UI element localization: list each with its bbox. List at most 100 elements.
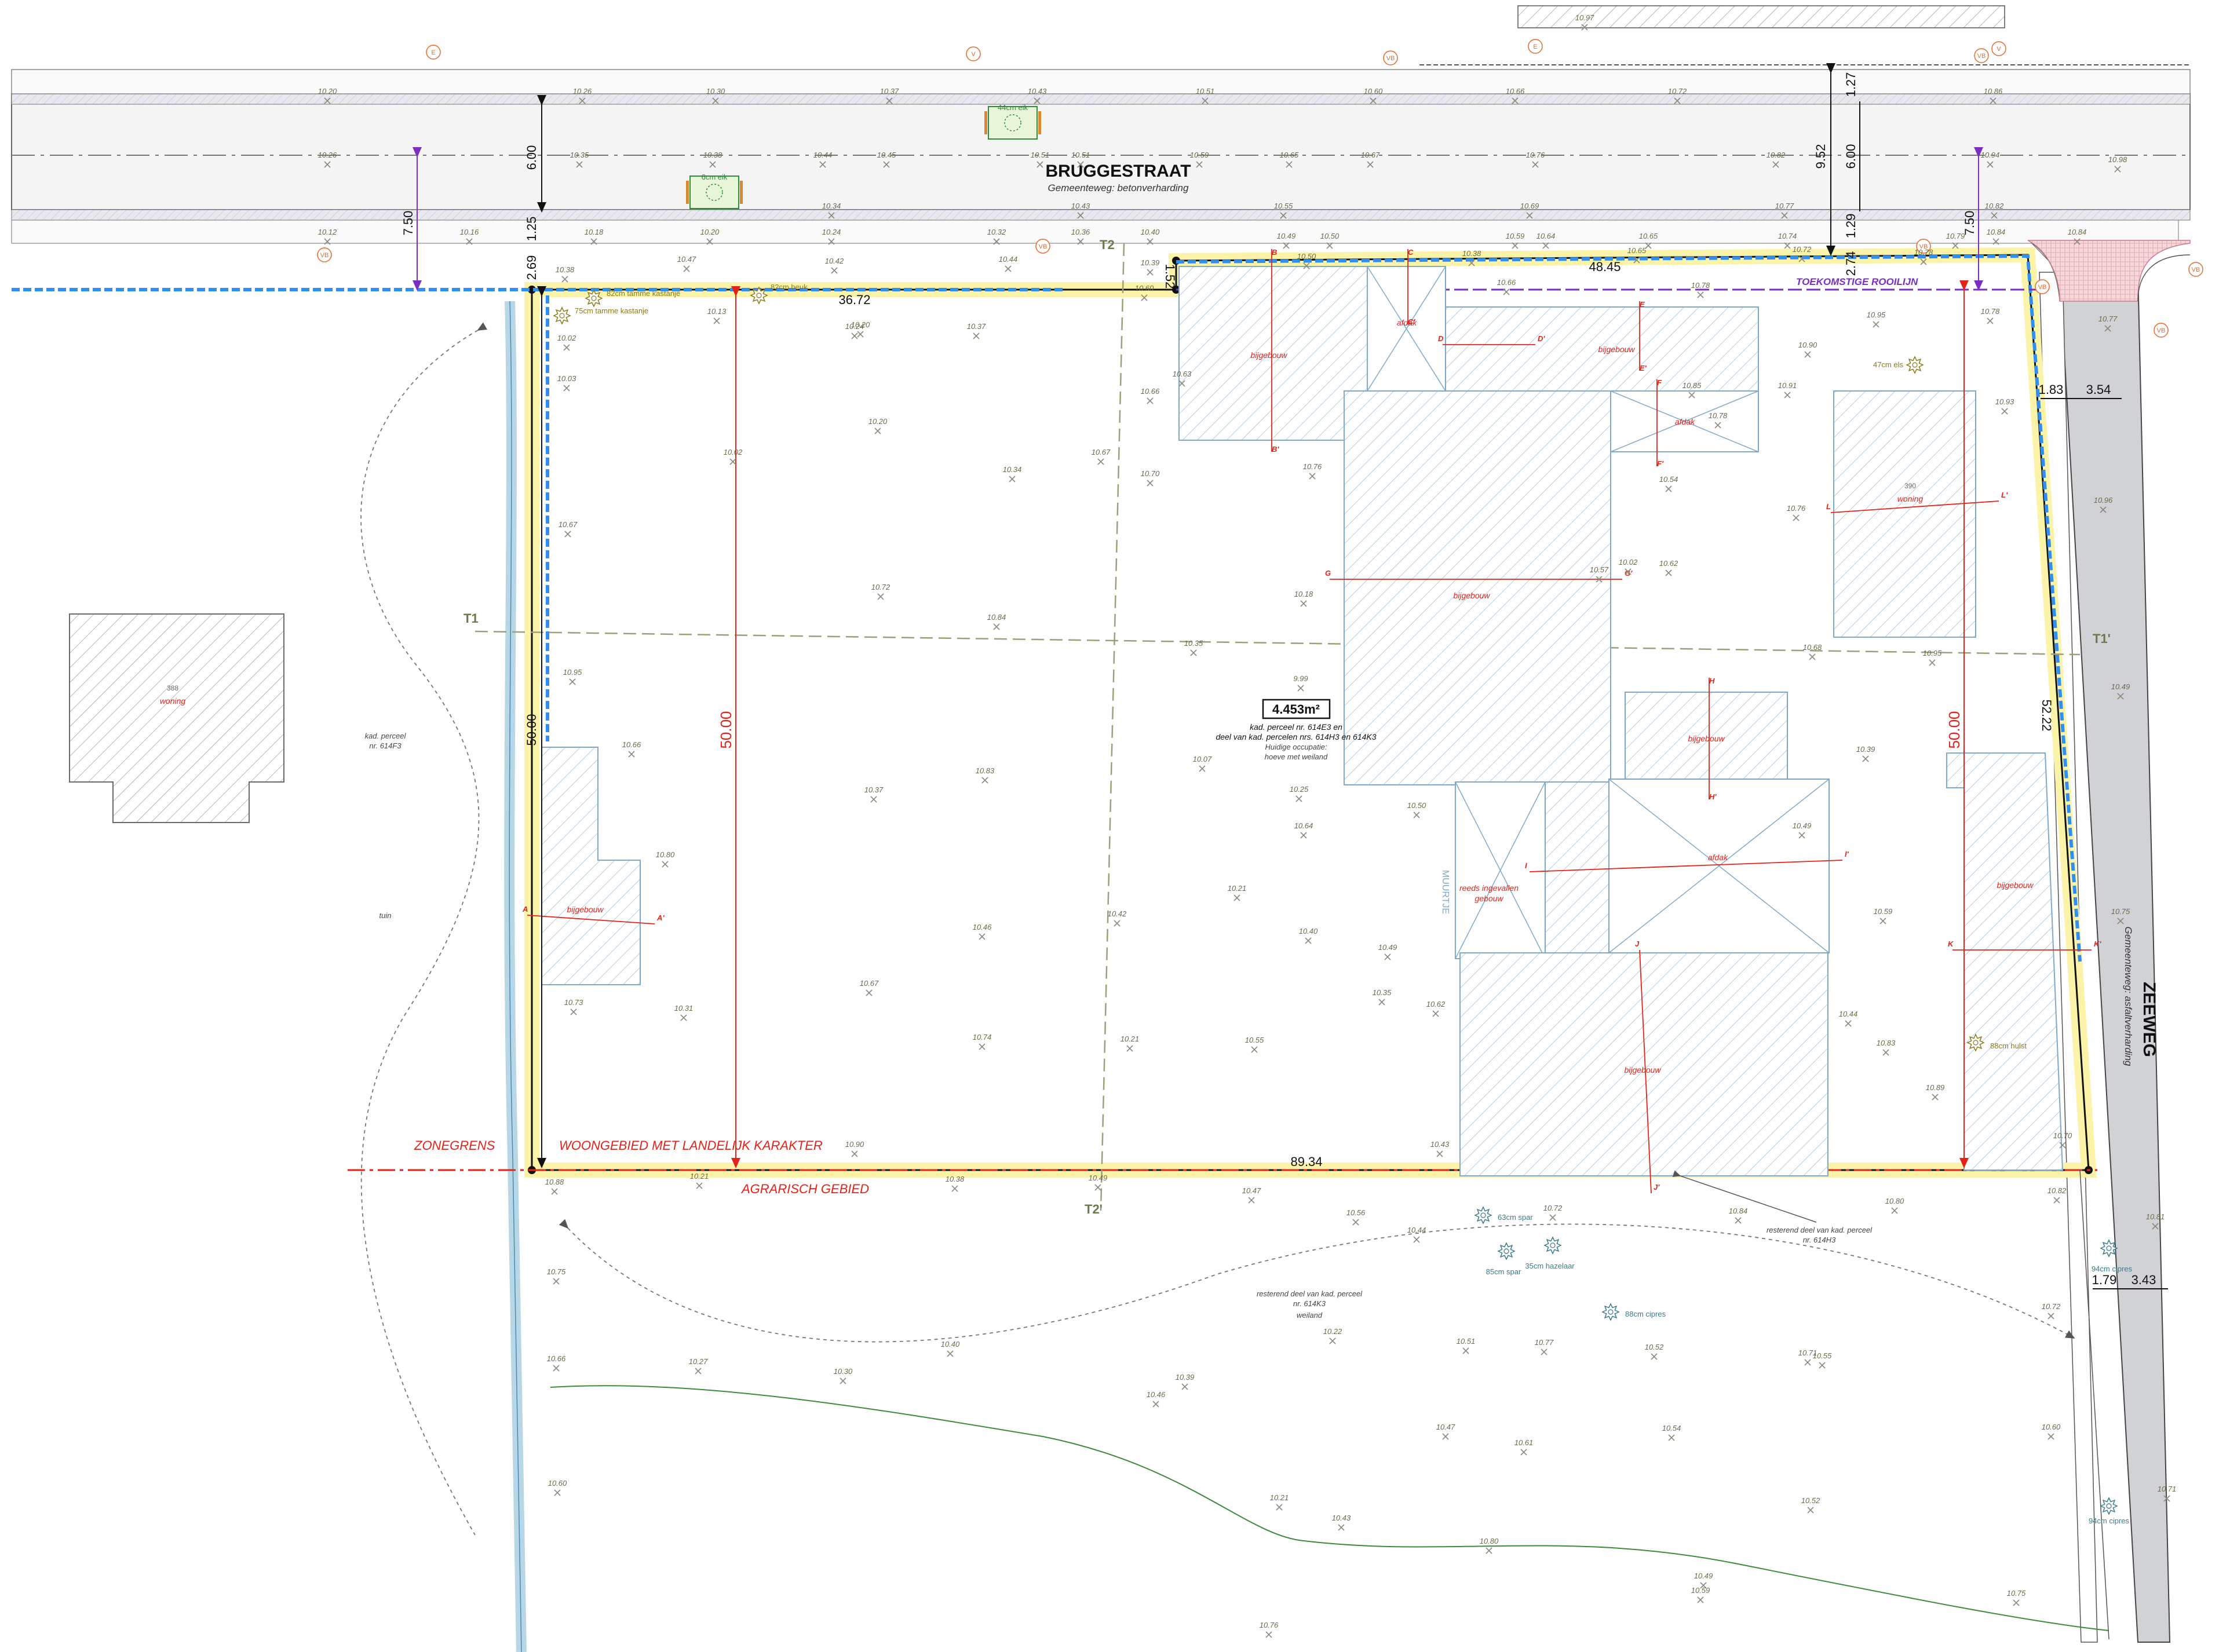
spot-height-value: 10.43 xyxy=(1332,1514,1351,1522)
spot-height-value: 10.26 xyxy=(318,151,337,159)
spot-height: 10.89 xyxy=(1926,1083,1945,1101)
spot-height-value: 10.67 xyxy=(1092,448,1111,456)
spot-height-value: 10.20 xyxy=(318,87,337,96)
spot-height-value: 10.59 xyxy=(1691,1586,1710,1595)
annex-north-2-label: bijgebouw xyxy=(1598,345,1635,354)
spot-height-value: 10.43 xyxy=(1430,1140,1450,1149)
spot-height: 10.67 xyxy=(559,520,578,538)
spot-height: 10.24 xyxy=(845,322,864,339)
spot-height: 10.74 xyxy=(973,1033,991,1050)
collapsed-label-1: reeds ingevallen xyxy=(1459,883,1519,893)
spot-height: 10.73 xyxy=(564,998,583,1015)
spot-height: 10.21 xyxy=(1121,1035,1140,1052)
spot-height-value: 10.60 xyxy=(548,1479,567,1487)
spot-height: 10.02 xyxy=(1619,558,1638,575)
map-symbol: VB xyxy=(1035,239,1050,254)
spot-height: 10.76 xyxy=(1303,462,1322,480)
tree-label: 85cm spar xyxy=(1486,1267,1521,1276)
spot-height-value: 10.24 xyxy=(822,228,841,236)
spot-height-value: 10.25 xyxy=(1290,785,1309,794)
section-mark: F' xyxy=(1657,459,1664,468)
spot-height-value: 10.34 xyxy=(822,202,841,210)
spot-height: 10.37 xyxy=(864,785,884,803)
section-mark: G' xyxy=(1625,569,1633,578)
spot-height-value: 10.75 xyxy=(547,1267,566,1276)
spot-height-value: 10.72 xyxy=(1793,245,1812,254)
spot-height-value: 10.50 xyxy=(1320,232,1340,240)
map-symbol-code: VB xyxy=(2038,284,2047,291)
spot-height-value: 10.64 xyxy=(1294,821,1313,830)
spot-height-value: 10.55 xyxy=(1813,1351,1832,1360)
spot-height-value: 10.89 xyxy=(1926,1083,1945,1092)
spot-height-value: 10.51 xyxy=(1196,87,1215,96)
spot-height: 10.13 xyxy=(707,307,727,324)
map-symbol: VB xyxy=(2154,323,2169,338)
spot-height-value: 10.34 xyxy=(1003,465,1022,474)
spot-height-value: 10.30 xyxy=(834,1367,853,1376)
section-mark: D' xyxy=(1538,334,1545,343)
spot-height-value: 10.66 xyxy=(1506,87,1525,96)
spot-height: 10.44 xyxy=(1839,1010,1858,1027)
spot-height: 10.40 xyxy=(1299,927,1318,944)
spot-height-value: 10.21 xyxy=(1121,1035,1140,1043)
spot-height: 10.49 xyxy=(1089,1174,1108,1191)
tree: 63cm spar xyxy=(1474,1206,1533,1225)
tree-label: 94cm cipres xyxy=(2092,1264,2133,1273)
spot-height-value: 10.94 xyxy=(1981,151,2000,159)
site-plan: BRUGGESTRAAT Gemeenteweg: betonverhardin… xyxy=(11,5,2203,1652)
annex-south-label: bijgebouw xyxy=(1624,1065,1661,1074)
section-mark: I' xyxy=(1845,850,1849,858)
spot-height: 10.76 xyxy=(1260,1621,1279,1638)
spot-height-value: 10.84 xyxy=(1729,1207,1748,1215)
spot-height-value: 10.37 xyxy=(880,87,899,96)
spot-height-value: 10.35 xyxy=(1184,639,1203,648)
spot-height-value: 10.46 xyxy=(1147,1390,1166,1399)
collapsed-label-2: gebouw xyxy=(1474,894,1503,903)
map-symbol-code: E xyxy=(431,49,435,56)
spot-height-value: 10.38 xyxy=(703,151,722,159)
spot-height: 10.80 xyxy=(1480,1537,1499,1554)
section-mark: K' xyxy=(2094,940,2101,948)
spot-height-value: 10.40 xyxy=(1299,927,1318,935)
spot-height-value: 10.46 xyxy=(973,923,992,931)
t2p-label: T2' xyxy=(1085,1202,1103,1216)
spot-height-value: 10.44 xyxy=(1839,1010,1858,1018)
spot-height-value: 10.59 xyxy=(1874,907,1893,916)
rest2-2: nr. 614H3 xyxy=(1803,1236,1836,1244)
spot-height: 10.39 xyxy=(1856,745,1875,762)
spot-height: 10.75 xyxy=(547,1267,566,1285)
tree-label: 88cm cipres xyxy=(1625,1310,1666,1318)
spot-height-value: 10.38 xyxy=(1462,249,1481,258)
spot-height-value: 10.60 xyxy=(2042,1423,2061,1431)
spot-height: 10.84 xyxy=(1729,1207,1748,1224)
spot-height-value: 10.43 xyxy=(1071,202,1090,210)
spot-height-value: 10.95 xyxy=(1923,649,1942,657)
zonegrens-label: ZONEGRENS xyxy=(414,1138,495,1153)
annex-south xyxy=(1459,952,1828,1176)
spot-height: 10.49 xyxy=(1277,232,1295,249)
section-mark: H xyxy=(1709,677,1715,685)
spot-height-value: 10.64 xyxy=(1536,232,1556,240)
spot-height-value: 10.42 xyxy=(1108,909,1127,918)
section-mark: K xyxy=(1948,940,1954,948)
spot-height: 10.67 xyxy=(860,979,879,996)
spot-height: 10.21 xyxy=(690,1172,709,1189)
spot-height-value: 10.76 xyxy=(1260,1621,1279,1629)
spot-height: 10.07 xyxy=(1193,755,1212,772)
spot-height: 10.21 xyxy=(1270,1493,1289,1511)
tree: 85cm spar xyxy=(1486,1242,1521,1276)
section-mark: B xyxy=(1272,248,1277,257)
spot-height-value: 9.99 xyxy=(1293,674,1308,683)
spot-height-value: 10.49 xyxy=(1089,1174,1108,1182)
section-mark: F xyxy=(1657,378,1662,387)
dim-52-22: 52.22 xyxy=(2039,699,2054,731)
spot-height: 10.90 xyxy=(845,1140,864,1157)
spot-height-value: 10.62 xyxy=(1426,1000,1446,1008)
spot-height-value: 10.78 xyxy=(1914,248,1933,257)
spot-height-value: 10.77 xyxy=(1775,202,1794,210)
spot-height: 10.20 xyxy=(868,417,888,434)
section-mark: L xyxy=(1826,502,1831,511)
map-symbol-code: VB xyxy=(320,252,329,259)
garden-boundary-arc xyxy=(360,322,488,1536)
section-mark: A' xyxy=(656,913,665,922)
